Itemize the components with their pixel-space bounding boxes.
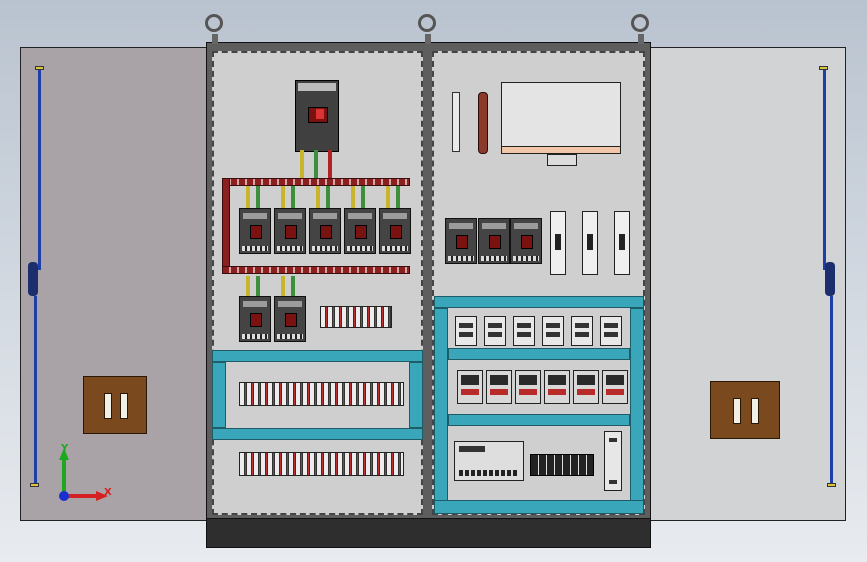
terminal-block-row-2	[239, 452, 404, 476]
wiring-duct-left-lower	[212, 428, 423, 440]
fuse-holder-2[interactable]	[582, 211, 598, 275]
terminal-block-row-1	[239, 382, 404, 406]
plc-terminal-block	[530, 454, 594, 476]
cable-stub	[246, 186, 250, 208]
left-door-latch[interactable]	[28, 262, 38, 296]
wiring-duct-right-right-side	[630, 308, 644, 514]
relay-module-1[interactable]	[455, 316, 477, 346]
branch-breaker-4[interactable]	[344, 208, 376, 254]
cable-stub	[326, 186, 330, 208]
wiring-duct-right-left-side	[434, 308, 448, 514]
relay-module-2[interactable]	[484, 316, 506, 346]
main-cable-green	[314, 150, 318, 180]
cable-stub	[316, 186, 320, 208]
lifting-eye-left-stem	[212, 34, 218, 44]
control-module-4[interactable]	[544, 370, 570, 404]
contactor-housing	[501, 82, 621, 148]
busbar-bottom	[222, 266, 410, 274]
contactor-mount	[547, 154, 577, 166]
wiring-duct-left-side	[212, 362, 226, 428]
cable-stub	[291, 276, 295, 298]
relay-module-6[interactable]	[600, 316, 622, 346]
plc-controller[interactable]	[454, 441, 524, 481]
branch-breaker-7[interactable]	[274, 296, 306, 342]
earth-busbar	[478, 92, 488, 154]
branch-breaker-1[interactable]	[239, 208, 271, 254]
cable-stub	[281, 186, 285, 208]
wiring-duct-right-top	[434, 296, 644, 308]
left-door-rod-bottom-cap	[30, 483, 39, 487]
control-module-6[interactable]	[602, 370, 628, 404]
wiring-duct-right-row-2	[448, 414, 630, 426]
lifting-eye-center	[418, 14, 436, 32]
fuse-holder-3[interactable]	[614, 211, 630, 275]
right-door-latch[interactable]	[825, 262, 835, 296]
left-door-locking-rod-lower	[34, 296, 37, 484]
cable-stub	[281, 276, 285, 298]
branch-breaker-6[interactable]	[239, 296, 271, 342]
cable-stub	[351, 186, 355, 208]
wiring-duct-right-side	[409, 362, 423, 428]
control-module-5[interactable]	[573, 370, 599, 404]
din-terminal-column	[452, 92, 460, 152]
fuse-holder-1[interactable]	[550, 211, 566, 275]
cable-stub	[246, 276, 250, 298]
lifting-eye-left	[205, 14, 223, 32]
lifting-eye-right	[631, 14, 649, 32]
right-door-locking-rod-lower	[830, 296, 833, 484]
wiring-duct-right-row-1	[448, 348, 630, 360]
cable-stub	[361, 186, 365, 208]
power-supply-unit[interactable]	[604, 431, 622, 491]
left-door-locking-rod-upper	[38, 70, 41, 270]
relay-module-5[interactable]	[571, 316, 593, 346]
right-door-locking-rod-upper	[823, 70, 826, 270]
right-breaker-2[interactable]	[478, 218, 510, 264]
terminal-strip-small	[320, 306, 392, 328]
cable-stub	[396, 186, 400, 208]
relay-module-4[interactable]	[542, 316, 564, 346]
control-module-3[interactable]	[515, 370, 541, 404]
contactor-base	[501, 146, 621, 154]
cable-stub	[256, 276, 260, 298]
control-module-1[interactable]	[457, 370, 483, 404]
right-breaker-1[interactable]	[445, 218, 477, 264]
right-breaker-3[interactable]	[510, 218, 542, 264]
lifting-eye-right-stem	[638, 34, 644, 44]
busbar-top	[222, 178, 410, 186]
lifting-eye-center-stem	[425, 34, 431, 44]
cabinet-plinth	[206, 518, 651, 548]
main-cable-red	[328, 150, 332, 180]
branch-breaker-2[interactable]	[274, 208, 306, 254]
relay-module-3[interactable]	[513, 316, 535, 346]
control-module-2[interactable]	[486, 370, 512, 404]
y-axis-label: Y	[61, 443, 69, 454]
right-cabinet-door[interactable]	[648, 47, 846, 521]
main-cable-yellow	[300, 150, 304, 180]
left-door-handle[interactable]	[83, 376, 147, 434]
main-circuit-breaker[interactable]	[295, 80, 339, 152]
z-axis-origin	[59, 491, 69, 501]
wiring-duct-right-bottom	[434, 500, 644, 514]
x-axis-label: X	[104, 487, 112, 498]
branch-breaker-3[interactable]	[309, 208, 341, 254]
right-door-handle[interactable]	[710, 381, 780, 439]
busbar-left-vertical	[222, 178, 230, 273]
cable-stub	[256, 186, 260, 208]
cable-stub	[291, 186, 295, 208]
wiring-duct-left-upper	[212, 350, 423, 362]
cable-stub	[386, 186, 390, 208]
branch-breaker-5[interactable]	[379, 208, 411, 254]
right-door-rod-bottom-cap	[827, 483, 836, 487]
